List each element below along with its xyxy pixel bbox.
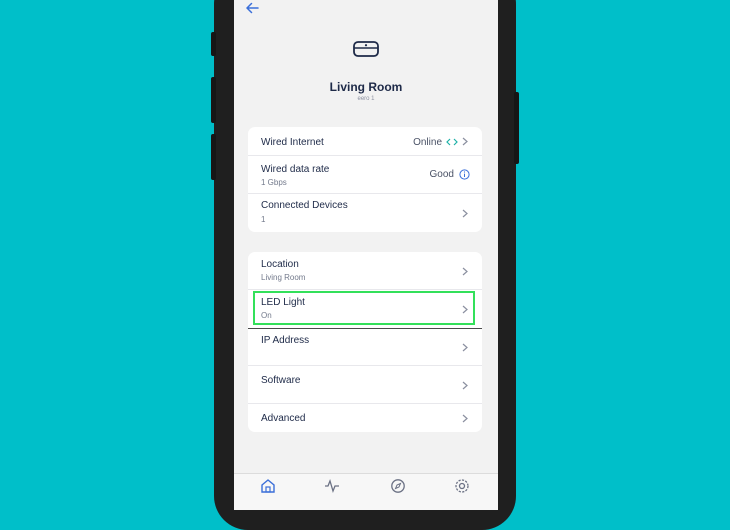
settings-icon[interactable]	[454, 478, 470, 494]
phone-button-volume-up	[211, 77, 216, 123]
ethernet-icon	[446, 138, 458, 146]
chevron-right-icon	[462, 267, 468, 276]
led-light-row[interactable]: LED Light On	[248, 290, 482, 329]
bottom-tab-bar	[234, 473, 498, 510]
ip-address-row[interactable]: IP Address	[248, 328, 482, 366]
connected-devices-row[interactable]: Connected Devices 1	[248, 194, 482, 232]
chevron-right-icon	[462, 414, 468, 423]
advanced-label: Advanced	[261, 413, 306, 424]
home-icon[interactable]	[260, 478, 276, 494]
phone-button-volume-down	[211, 134, 216, 180]
info-icon[interactable]	[459, 169, 470, 180]
app-screen: Living Room eero 1 Wired Internet Online…	[234, 0, 498, 510]
connected-devices-count: 1	[261, 215, 266, 224]
wired-data-rate-status: Good	[429, 169, 454, 180]
chevron-right-icon	[462, 305, 468, 314]
chevron-right-icon	[462, 343, 468, 352]
discover-icon[interactable]	[390, 478, 406, 494]
wired-internet-row[interactable]: Wired Internet Online	[248, 127, 482, 156]
led-light-label: LED Light	[261, 297, 305, 308]
location-row[interactable]: Location Living Room	[248, 252, 482, 290]
status-card: Wired Internet Online Wired data rate 1 …	[248, 127, 482, 232]
location-value: Living Room	[261, 273, 306, 282]
phone-button-mute	[211, 32, 216, 56]
wired-data-rate-label: Wired data rate	[261, 164, 330, 175]
wired-internet-label: Wired Internet	[261, 137, 324, 148]
connected-devices-label: Connected Devices	[261, 200, 348, 211]
eero-device-icon	[353, 41, 379, 57]
led-light-status: On	[261, 311, 272, 320]
chevron-right-icon	[462, 381, 468, 390]
software-row[interactable]: Software	[248, 366, 482, 404]
activity-icon[interactable]	[324, 478, 340, 494]
location-label: Location	[261, 259, 299, 270]
settings-card: Location Living Room LED Light On IP Add…	[248, 252, 482, 432]
wired-internet-status: Online	[413, 137, 442, 148]
device-model: eero 1	[357, 96, 375, 102]
phone-button-power	[514, 92, 519, 164]
chevron-right-icon	[462, 209, 468, 218]
page-title: Living Room	[329, 80, 403, 94]
advanced-row[interactable]: Advanced	[248, 404, 482, 432]
chevron-right-icon	[462, 137, 468, 146]
wired-data-rate-value: 1 Gbps	[261, 178, 287, 187]
back-arrow-icon[interactable]	[244, 0, 260, 16]
wired-data-rate-row[interactable]: Wired data rate 1 Gbps Good	[248, 156, 482, 194]
ip-address-label: IP Address	[261, 335, 310, 346]
software-label: Software	[261, 375, 301, 386]
